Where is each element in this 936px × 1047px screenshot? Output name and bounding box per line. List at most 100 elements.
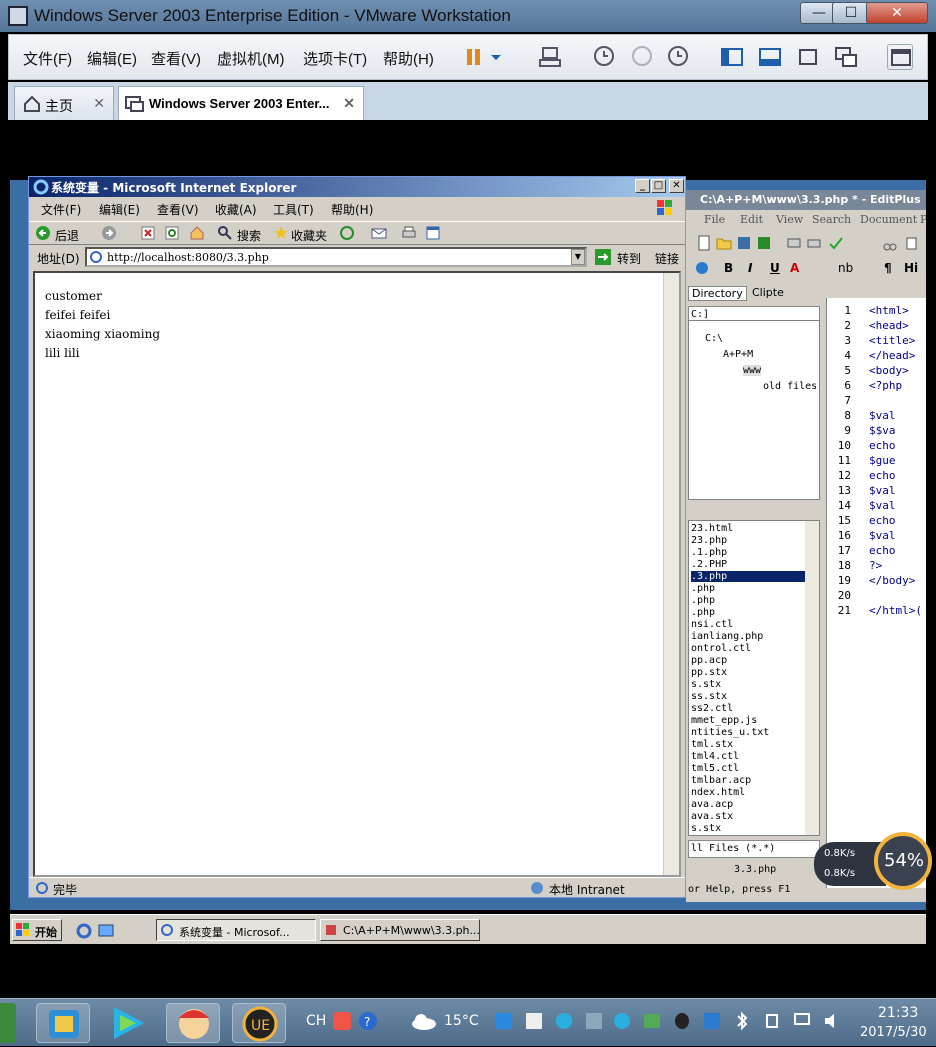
- spellcheck-icon[interactable]: [828, 235, 844, 251]
- edit-icon[interactable]: [425, 225, 441, 241]
- file-list-item[interactable]: ontrol.ctl: [691, 643, 751, 654]
- file-list-item[interactable]: s.stx: [691, 679, 721, 690]
- ime-icon[interactable]: [332, 1011, 352, 1031]
- file-list-item[interactable]: ss2.ctl: [691, 703, 733, 714]
- tab-vm[interactable]: Windows Server 2003 Enter... ✕: [118, 86, 364, 120]
- task-editplus[interactable]: C:\A+P+M\www\3.3.ph...: [320, 919, 480, 941]
- nvidia-icon[interactable]: [642, 1011, 662, 1031]
- library-icon[interactable]: [887, 44, 913, 70]
- revert-snapshot-icon[interactable]: [629, 44, 655, 70]
- ie-menu-edit[interactable]: 编辑(E): [99, 201, 140, 218]
- tray-app-icon[interactable]: [584, 1011, 604, 1031]
- ep-menu-document[interactable]: Document: [860, 213, 917, 226]
- address-field[interactable]: http://localhost:8080/3.3.php ▼: [85, 247, 587, 267]
- ie-maximize-button[interactable]: □: [651, 179, 666, 193]
- console-view-icon[interactable]: [757, 44, 783, 70]
- tree-item[interactable]: C:\: [705, 333, 723, 344]
- file-list-item[interactable]: .php: [691, 583, 715, 594]
- back-button[interactable]: 后退: [55, 227, 79, 244]
- print-icon[interactable]: [806, 235, 822, 251]
- file-list-item[interactable]: tml4.ctl: [691, 751, 739, 762]
- file-list-item[interactable]: ss.stx: [691, 691, 727, 702]
- font-color-button[interactable]: A: [790, 261, 799, 275]
- file-list-item[interactable]: .php: [691, 607, 715, 618]
- save-all-icon[interactable]: [756, 235, 772, 251]
- pause-icon[interactable]: [461, 44, 487, 70]
- ep-menu-project[interactable]: P: [920, 213, 926, 226]
- tree-item[interactable]: old files: [763, 381, 817, 392]
- help-icon[interactable]: ?: [358, 1011, 378, 1031]
- heading-button[interactable]: Hi: [904, 261, 918, 275]
- file-list-item[interactable]: tml5.ctl: [691, 763, 739, 774]
- qq-icon[interactable]: [672, 1011, 692, 1031]
- ie-page-content[interactable]: customer feifei feifei xiaoming xiaoming…: [33, 271, 681, 877]
- start-button[interactable]: 开始: [12, 919, 62, 941]
- media-player-icon[interactable]: [100, 1003, 154, 1043]
- ie-menu-favorites[interactable]: 收藏(A): [215, 201, 257, 218]
- app-icon-green[interactable]: [0, 1003, 16, 1043]
- file-list-item[interactable]: .3.php: [691, 571, 805, 582]
- browser-icon[interactable]: [694, 260, 710, 276]
- game-avatar-icon[interactable]: [166, 1003, 220, 1043]
- file-list-item[interactable]: ianliang.php: [691, 631, 763, 642]
- file-list-item[interactable]: mmet_epp.js: [691, 715, 757, 726]
- copy-icon[interactable]: [904, 235, 920, 251]
- new-file-icon[interactable]: [696, 235, 712, 251]
- file-manager-icon[interactable]: [36, 1003, 90, 1043]
- ie-close-button[interactable]: ✕: [669, 179, 684, 193]
- ie-menu-file[interactable]: 文件(F): [41, 201, 81, 218]
- tab-cliptext[interactable]: Clipte: [752, 286, 784, 299]
- file-list-item[interactable]: ntities_u.txt: [691, 727, 769, 738]
- menu-tabs[interactable]: 选项卡(T): [303, 48, 367, 69]
- tree-item[interactable]: A+P+M: [723, 349, 753, 360]
- file-list-item[interactable]: nsi.ctl: [691, 619, 733, 630]
- file-list-item[interactable]: 23.html: [691, 523, 733, 534]
- tray-app-icon[interactable]: [554, 1011, 574, 1031]
- desktop-quicklaunch-icon[interactable]: [98, 923, 114, 939]
- save-icon[interactable]: [736, 235, 752, 251]
- tray-app-icon[interactable]: [702, 1011, 722, 1031]
- volume-icon[interactable]: [822, 1011, 842, 1031]
- maximize-button[interactable]: ☐: [832, 2, 870, 24]
- tray-app-icon[interactable]: [494, 1011, 514, 1031]
- clock-time[interactable]: 21:33: [878, 1005, 918, 1021]
- vertical-scrollbar[interactable]: [663, 273, 679, 875]
- ie-minimize-button[interactable]: _: [635, 179, 650, 193]
- file-list-item[interactable]: .php: [691, 595, 715, 606]
- send-ctrl-alt-del-icon[interactable]: [537, 44, 563, 70]
- network-icon[interactable]: [792, 1011, 812, 1031]
- open-folder-icon[interactable]: [716, 235, 732, 251]
- italic-button[interactable]: I: [748, 261, 752, 275]
- tray-app-icon[interactable]: [524, 1011, 544, 1031]
- close-icon[interactable]: ✕: [343, 95, 355, 112]
- file-list-item[interactable]: ava.acp: [691, 799, 733, 810]
- file-list-item[interactable]: tml.stx: [691, 739, 733, 750]
- tab-directory[interactable]: Directory: [688, 286, 747, 301]
- file-list-item[interactable]: .1.php: [691, 547, 727, 558]
- home-page-icon[interactable]: [189, 225, 205, 241]
- address-dropdown-icon[interactable]: ▼: [571, 249, 585, 265]
- forward-arrow-icon[interactable]: [101, 225, 117, 241]
- ep-menu-edit[interactable]: Edit: [740, 213, 763, 226]
- ep-menu-view[interactable]: View: [776, 213, 803, 226]
- network-speed-widget[interactable]: 0.8K/s 0.8K/s 54%: [814, 832, 934, 890]
- file-list-item[interactable]: ndex.html: [691, 787, 745, 798]
- search-button[interactable]: 搜索: [237, 227, 261, 244]
- menu-view[interactable]: 查看(V): [151, 48, 201, 69]
- menu-edit[interactable]: 编辑(E): [87, 48, 137, 69]
- fullscreen-icon[interactable]: [795, 44, 821, 70]
- go-button[interactable]: 转到: [617, 250, 641, 267]
- unity-icon[interactable]: [833, 44, 859, 70]
- history-icon[interactable]: [339, 225, 355, 241]
- menu-file[interactable]: 文件(F): [23, 48, 72, 69]
- close-button[interactable]: ✕: [866, 2, 928, 24]
- nbsp-button[interactable]: nb: [838, 261, 853, 275]
- links-button[interactable]: 链接: [655, 250, 679, 267]
- file-list-item[interactable]: pp.stx: [691, 667, 727, 678]
- close-icon[interactable]: ✕: [93, 95, 105, 112]
- stop-icon[interactable]: [141, 226, 155, 240]
- ultraedit-icon[interactable]: UE: [232, 1003, 286, 1043]
- print-preview-icon[interactable]: [786, 235, 802, 251]
- sidebar-toggle-icon[interactable]: [719, 44, 745, 70]
- file-list-item[interactable]: s.stx: [691, 823, 721, 834]
